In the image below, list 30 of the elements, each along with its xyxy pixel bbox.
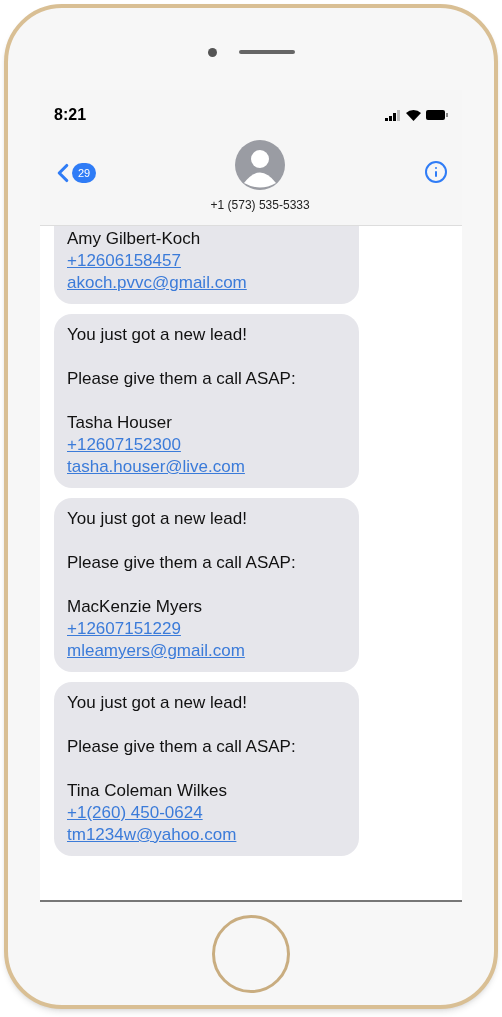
phone-link[interactable]: +12606158457	[67, 250, 346, 272]
info-icon[interactable]	[424, 160, 448, 184]
phone-link[interactable]: +1(260) 450-0624	[67, 802, 346, 824]
email-link[interactable]: mleamyers@gmail.com	[67, 640, 346, 662]
status-time: 8:21	[54, 105, 87, 125]
back-button[interactable]: 29	[48, 158, 97, 188]
camera-icon	[207, 47, 217, 57]
avatar-icon	[235, 140, 286, 190]
contact-number: +1 (573) 535-5333	[210, 197, 310, 214]
signal-icon	[385, 109, 401, 121]
message-text: Please give them a call ASAP:	[67, 368, 297, 390]
lead-name: Tina Coleman Wilkes	[67, 780, 228, 802]
speaker-icon	[238, 50, 295, 54]
message-text: Please give them a call ASAP:	[67, 736, 297, 758]
lead-name: Amy Gilbert-Koch	[67, 228, 202, 250]
message-text: You just got a new lead!	[67, 692, 248, 714]
message-text: You just got a new lead!	[67, 508, 248, 530]
battery-icon	[426, 110, 448, 120]
lead-name: Tasha Houser	[67, 412, 173, 434]
message-text: Please give them a call ASAP:	[67, 552, 297, 574]
home-button[interactable]	[212, 914, 290, 993]
lead-name: MacKenzie Myers	[67, 596, 204, 618]
email-link[interactable]: akoch.pvvc@gmail.com	[67, 272, 346, 294]
wifi-icon	[406, 109, 421, 121]
phone-link[interactable]: +12607151229	[67, 618, 346, 640]
message-text: You just got a new lead!	[67, 324, 248, 346]
email-link[interactable]: tm1234w@yahoo.com	[67, 824, 346, 846]
email-link[interactable]: tasha.houser@live.com	[67, 456, 346, 478]
unread-badge: 29	[72, 162, 97, 184]
phone-link[interactable]: +12607152300	[67, 434, 346, 456]
